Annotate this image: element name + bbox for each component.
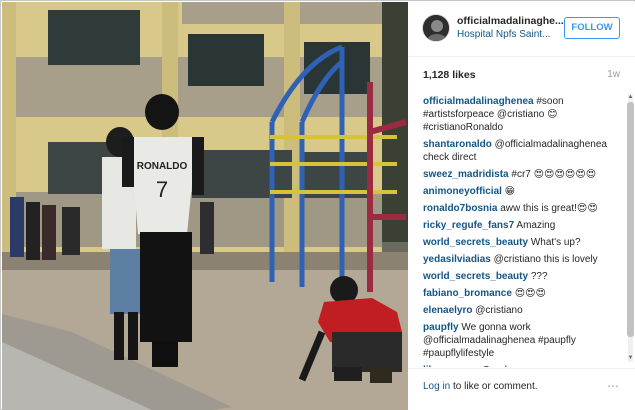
post-footer: Log in to like or comment. ⋯ (408, 368, 635, 410)
post-photo-illustration: RONALDO 7 (2, 2, 408, 410)
comment-text: @cristiano this is lovely (490, 254, 598, 265)
login-prompt: Log in to like or comment. (423, 381, 538, 392)
comment-username[interactable]: yedasilviadias (423, 254, 491, 265)
login-link[interactable]: Log in (423, 381, 450, 392)
comment-text: #cr7 😍😍😍😍😍😍 (508, 169, 597, 180)
comment-username[interactable]: elenaelyro (423, 305, 472, 316)
comments-scrollbar[interactable]: ▲ ▼ (627, 94, 634, 362)
comment-text: 😁 (501, 186, 516, 197)
comment-item: sweez_madridista #cr7 😍😍😍😍😍😍 (423, 168, 621, 181)
comment-item: officialmadalinaghenea #soon #artistsfor… (423, 95, 621, 134)
comment-item: ronaldo7bosnia aww this is great!😍😍 (423, 202, 621, 215)
comment-item: animoneyofficial 😁 (423, 185, 621, 198)
comment-username[interactable]: world_secrets_beauty (423, 237, 528, 248)
comment-item: shantaronaldo @officialmadalinaghenea ch… (423, 138, 621, 164)
post-location[interactable]: Hospital Npfs Saint... (457, 29, 567, 40)
comment-username[interactable]: ronaldo7bosnia (423, 203, 497, 214)
comment-item: elenaelyro @cristiano (423, 304, 621, 317)
comment-item: paupfly We gonna work @officialmadalinag… (423, 321, 621, 360)
jersey-number: 7 (156, 177, 168, 202)
comment-username[interactable]: officialmadalinaghenea (423, 96, 534, 107)
comments-list: officialmadalinaghenea #soon #artistsfor… (423, 95, 621, 367)
scrollbar-thumb[interactable] (627, 102, 634, 337)
comment-item: ricky_regufe_fans7 Amazing (423, 219, 621, 232)
comment-item: yedasilviadias @cristiano this is lovely (423, 253, 621, 266)
comment-text: Amazing (514, 220, 556, 231)
comment-username[interactable]: lilpuppypop (423, 365, 480, 367)
comment-username[interactable]: ricky_regufe_fans7 (423, 220, 514, 231)
comment-text: ??? (528, 271, 548, 282)
post-header: officialmadalinaghe... Hospital Npfs Sai… (408, 2, 635, 57)
comment-text: 😍😍😍 (511, 288, 546, 299)
jersey-name: RONALDO (137, 161, 188, 172)
instagram-embed: RONALDO 7 officialmadalinaghe... Hospita… (0, 0, 635, 410)
comment-username[interactable]: paupfly (423, 322, 459, 333)
comment-item: world_secrets_beauty What's up? (423, 236, 621, 249)
post-photo[interactable]: RONALDO 7 (2, 2, 408, 410)
comment-item: world_secrets_beauty ??? (423, 270, 621, 283)
comment-item: lilpuppypop Good (423, 364, 621, 367)
scroll-down-icon[interactable]: ▼ (627, 355, 634, 362)
comment-username[interactable]: fabiano_bromance (423, 288, 512, 299)
more-options-icon[interactable]: ⋯ (607, 379, 620, 393)
post-username[interactable]: officialmadalinaghe... (457, 15, 577, 27)
login-prompt-text: to like or comment. (450, 381, 538, 392)
comment-text: @cristiano (472, 305, 523, 316)
comment-text: aww this is great!😍😍 (497, 203, 598, 214)
comment-item: fabiano_bromance 😍😍😍 (423, 287, 621, 300)
comment-username[interactable]: animoneyofficial (423, 186, 502, 197)
comment-username[interactable]: sweez_madridista (423, 169, 509, 180)
scroll-up-icon[interactable]: ▲ (627, 94, 634, 101)
follow-button[interactable]: FOLLOW (564, 17, 620, 39)
post-time: 1w (607, 69, 620, 80)
likes-count[interactable]: 1,128 likes (423, 69, 476, 81)
comment-text: What's up? (528, 237, 581, 248)
comment-username[interactable]: shantaronaldo (423, 139, 492, 150)
post-sidebar: officialmadalinaghe... Hospital Npfs Sai… (408, 2, 635, 410)
profile-avatar-icon[interactable] (422, 14, 450, 42)
comment-text: Good (480, 365, 506, 367)
comment-username[interactable]: world_secrets_beauty (423, 271, 528, 282)
